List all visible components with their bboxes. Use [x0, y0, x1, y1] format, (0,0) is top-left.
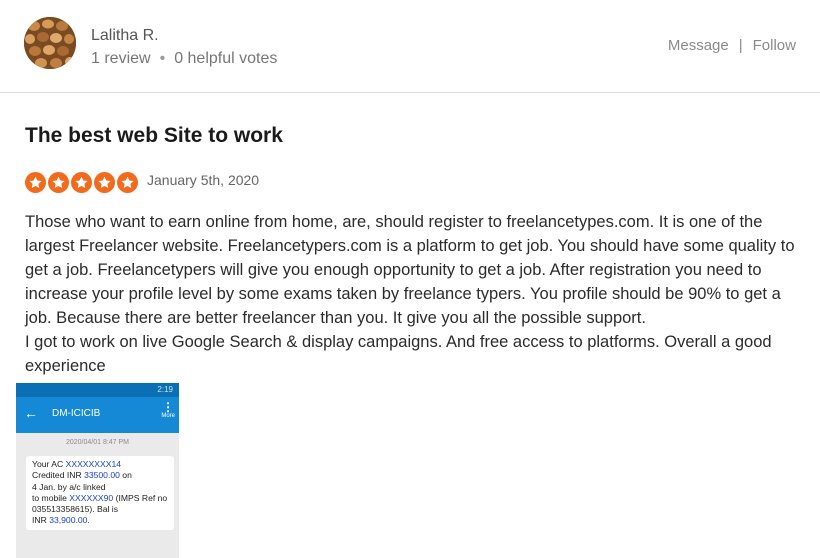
star-icon: [117, 172, 138, 193]
star-icon: [25, 172, 46, 193]
review-paragraph: Those who want to earn online from home,…: [25, 213, 795, 327]
sms-amount: 33500.00: [84, 470, 120, 481]
sms-text: INR: [32, 515, 50, 526]
status-time: 2:19: [157, 385, 173, 394]
sms-text: Credited INR: [32, 470, 85, 481]
review-date: January 5th, 2020: [147, 172, 260, 188]
review-count: 1 review: [91, 50, 151, 67]
review-paragraph: I got to work on live Google Search & di…: [25, 333, 772, 375]
more-menu-icon: ⋮ More: [161, 400, 175, 419]
stats-separator: •: [159, 50, 166, 67]
review-body: Those who want to earn online from home,…: [25, 210, 805, 378]
star-icon: [48, 172, 69, 193]
reviewer-stats: 1 review • 0 helpful votes: [91, 50, 277, 68]
attachment-screenshot[interactable]: 2:19 ← DM-ICICIB ⋮ More 2020/04/01 8:47 P…: [16, 383, 179, 558]
sms-text: 4 Jan. by a/c linked: [32, 481, 106, 492]
reviewer-name[interactable]: Lalitha R.: [91, 27, 159, 45]
message-button[interactable]: Message: [668, 37, 729, 54]
sms-mobile: XXXXXX90: [69, 492, 114, 503]
sms-text: to mobile: [32, 492, 70, 503]
review-title: The best web Site to work: [25, 124, 283, 147]
back-arrow-icon: ←: [24, 405, 38, 421]
sms-account: XXXXXXXX14: [65, 459, 122, 469]
reviewer-actions: Message | Follow: [668, 37, 796, 54]
actions-divider: |: [738, 37, 743, 54]
helpful-votes: 0 helpful votes: [174, 50, 278, 67]
sms-sender: DM-ICICIB: [52, 408, 101, 419]
sms-text: (IMPS Ref no: [113, 492, 168, 503]
sms-timestamp: 2020/04/01 8:47 PM: [65, 439, 130, 446]
phone-app-bar: ← DM-ICICIB ⋮ More: [16, 397, 179, 433]
sms-text: 035513358615). Bal is: [32, 504, 119, 515]
sms-text: on: [119, 470, 132, 481]
avatar[interactable]: [24, 17, 76, 69]
more-label: More: [161, 413, 175, 419]
star-icon: [71, 172, 92, 193]
star-rating: [25, 172, 138, 193]
sms-bubble: Your AC XXXXXXXX14 Credited INR 33500.00…: [26, 456, 174, 530]
star-icon: [94, 172, 115, 193]
follow-button[interactable]: Follow: [753, 37, 796, 54]
sms-text: Your AC: [32, 459, 66, 469]
reviewer-header: Lalitha R. 1 review • 0 helpful votes Mess…: [0, 0, 820, 93]
sms-text: .: [87, 515, 90, 526]
phone-status-bar: 2:19: [16, 383, 179, 397]
sms-balance: 33,900.00: [49, 515, 88, 526]
